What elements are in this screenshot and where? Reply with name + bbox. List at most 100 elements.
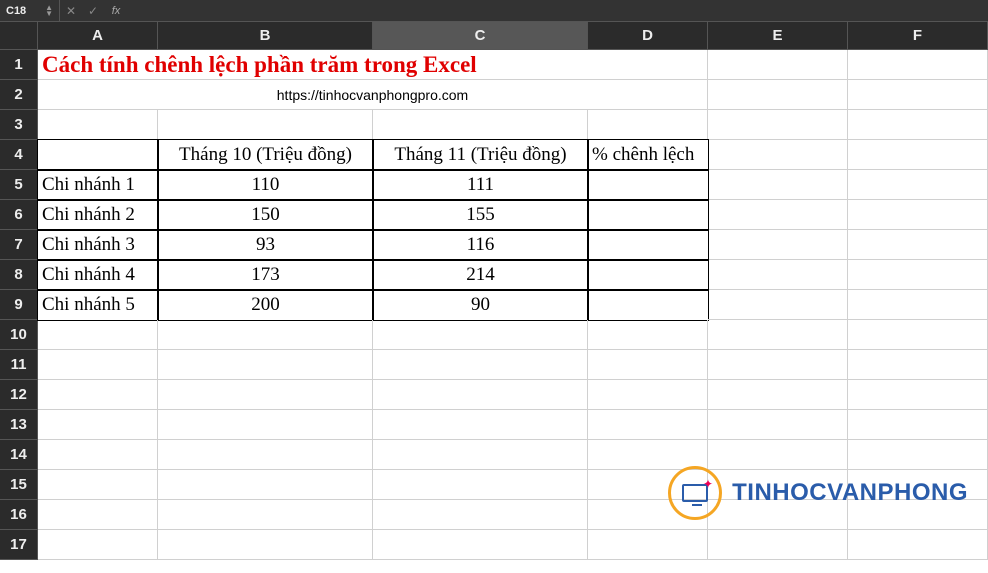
cell[interactable] (708, 110, 848, 140)
table-cell[interactable]: 90 (373, 290, 588, 320)
row-header[interactable]: 6 (0, 200, 38, 230)
table-cell[interactable]: 155 (373, 200, 588, 230)
cell[interactable] (588, 470, 708, 500)
cell[interactable] (373, 110, 588, 140)
cell[interactable] (708, 350, 848, 380)
row-header[interactable]: 8 (0, 260, 38, 290)
table-cell[interactable] (588, 290, 708, 320)
cell[interactable] (588, 110, 708, 140)
table-row-label[interactable]: Chi nhánh 1 (38, 170, 158, 200)
cell[interactable] (38, 500, 158, 530)
cell[interactable] (848, 500, 988, 530)
cell[interactable] (158, 350, 373, 380)
page-title[interactable]: Cách tính chênh lệch phần trăm trong Exc… (38, 50, 708, 80)
row-header[interactable]: 3 (0, 110, 38, 140)
cell[interactable] (848, 110, 988, 140)
cell[interactable] (848, 440, 988, 470)
col-header-f[interactable]: F (848, 22, 988, 50)
cell[interactable] (708, 290, 848, 320)
cell[interactable] (373, 380, 588, 410)
cell[interactable] (373, 410, 588, 440)
cell[interactable] (848, 530, 988, 560)
table-cell[interactable] (588, 170, 708, 200)
row-header[interactable]: 15 (0, 470, 38, 500)
table-cell[interactable]: 116 (373, 230, 588, 260)
table-cell[interactable] (588, 200, 708, 230)
table-cell[interactable]: 93 (158, 230, 373, 260)
cancel-icon[interactable]: ✕ (60, 4, 82, 18)
table-row-label[interactable]: Chi nhánh 2 (38, 200, 158, 230)
table-cell[interactable] (588, 230, 708, 260)
cell[interactable] (588, 500, 708, 530)
fx-icon[interactable]: fx (104, 5, 128, 17)
row-header[interactable]: 17 (0, 530, 38, 560)
table-header-d[interactable]: % chênh lệch (588, 140, 708, 170)
cell[interactable] (373, 440, 588, 470)
table-header-c[interactable]: Tháng 11 (Triệu đồng) (373, 140, 588, 170)
cell[interactable] (158, 110, 373, 140)
confirm-icon[interactable]: ✓ (82, 4, 104, 18)
row-header[interactable]: 13 (0, 410, 38, 440)
name-box[interactable]: C18 ▲▼ (0, 0, 60, 21)
table-cell[interactable] (588, 260, 708, 290)
cell[interactable] (588, 380, 708, 410)
select-all-corner[interactable] (0, 22, 38, 50)
row-header[interactable]: 9 (0, 290, 38, 320)
table-header-b[interactable]: Tháng 10 (Triệu đồng) (158, 140, 373, 170)
cell[interactable] (588, 410, 708, 440)
name-box-dropdown-icon[interactable]: ▲▼ (45, 5, 53, 17)
cell[interactable] (708, 470, 848, 500)
cell[interactable] (848, 350, 988, 380)
formula-input[interactable] (128, 0, 988, 21)
cell[interactable] (708, 200, 848, 230)
cell[interactable] (708, 530, 848, 560)
cell[interactable] (708, 500, 848, 530)
cell[interactable] (373, 350, 588, 380)
col-header-e[interactable]: E (708, 22, 848, 50)
cell[interactable] (848, 320, 988, 350)
row-header[interactable]: 7 (0, 230, 38, 260)
cell[interactable] (708, 80, 848, 110)
cell[interactable] (38, 470, 158, 500)
cell[interactable] (158, 320, 373, 350)
cell[interactable] (158, 380, 373, 410)
cell[interactable] (588, 530, 708, 560)
table-row-label[interactable]: Chi nhánh 4 (38, 260, 158, 290)
row-header[interactable]: 11 (0, 350, 38, 380)
col-header-c[interactable]: C (373, 22, 588, 50)
cell[interactable] (373, 470, 588, 500)
cell[interactable] (38, 350, 158, 380)
cell[interactable] (848, 470, 988, 500)
cell[interactable] (708, 320, 848, 350)
cell[interactable] (848, 410, 988, 440)
cell[interactable] (373, 320, 588, 350)
cell[interactable] (158, 500, 373, 530)
cell[interactable] (848, 290, 988, 320)
cell[interactable] (38, 320, 158, 350)
table-cell[interactable]: 200 (158, 290, 373, 320)
row-header[interactable]: 2 (0, 80, 38, 110)
cell[interactable] (38, 380, 158, 410)
cell[interactable] (848, 260, 988, 290)
cell[interactable] (708, 50, 848, 80)
row-header[interactable]: 12 (0, 380, 38, 410)
cell[interactable] (848, 80, 988, 110)
row-header[interactable]: 1 (0, 50, 38, 80)
table-cell[interactable]: 111 (373, 170, 588, 200)
cell[interactable] (848, 50, 988, 80)
cell[interactable] (708, 170, 848, 200)
row-header[interactable]: 4 (0, 140, 38, 170)
cell[interactable] (708, 410, 848, 440)
table-cell[interactable]: 214 (373, 260, 588, 290)
table-cell[interactable]: 173 (158, 260, 373, 290)
cell[interactable] (38, 110, 158, 140)
row-header[interactable]: 14 (0, 440, 38, 470)
cells-grid[interactable]: Cách tính chênh lệch phần trăm trong Exc… (38, 50, 988, 560)
table-cell[interactable]: 110 (158, 170, 373, 200)
cell[interactable] (158, 410, 373, 440)
col-header-d[interactable]: D (588, 22, 708, 50)
cell[interactable] (38, 530, 158, 560)
subtitle-link[interactable]: https://tinhocvanphongpro.com (38, 80, 708, 110)
cell[interactable] (708, 230, 848, 260)
cell[interactable] (588, 350, 708, 380)
